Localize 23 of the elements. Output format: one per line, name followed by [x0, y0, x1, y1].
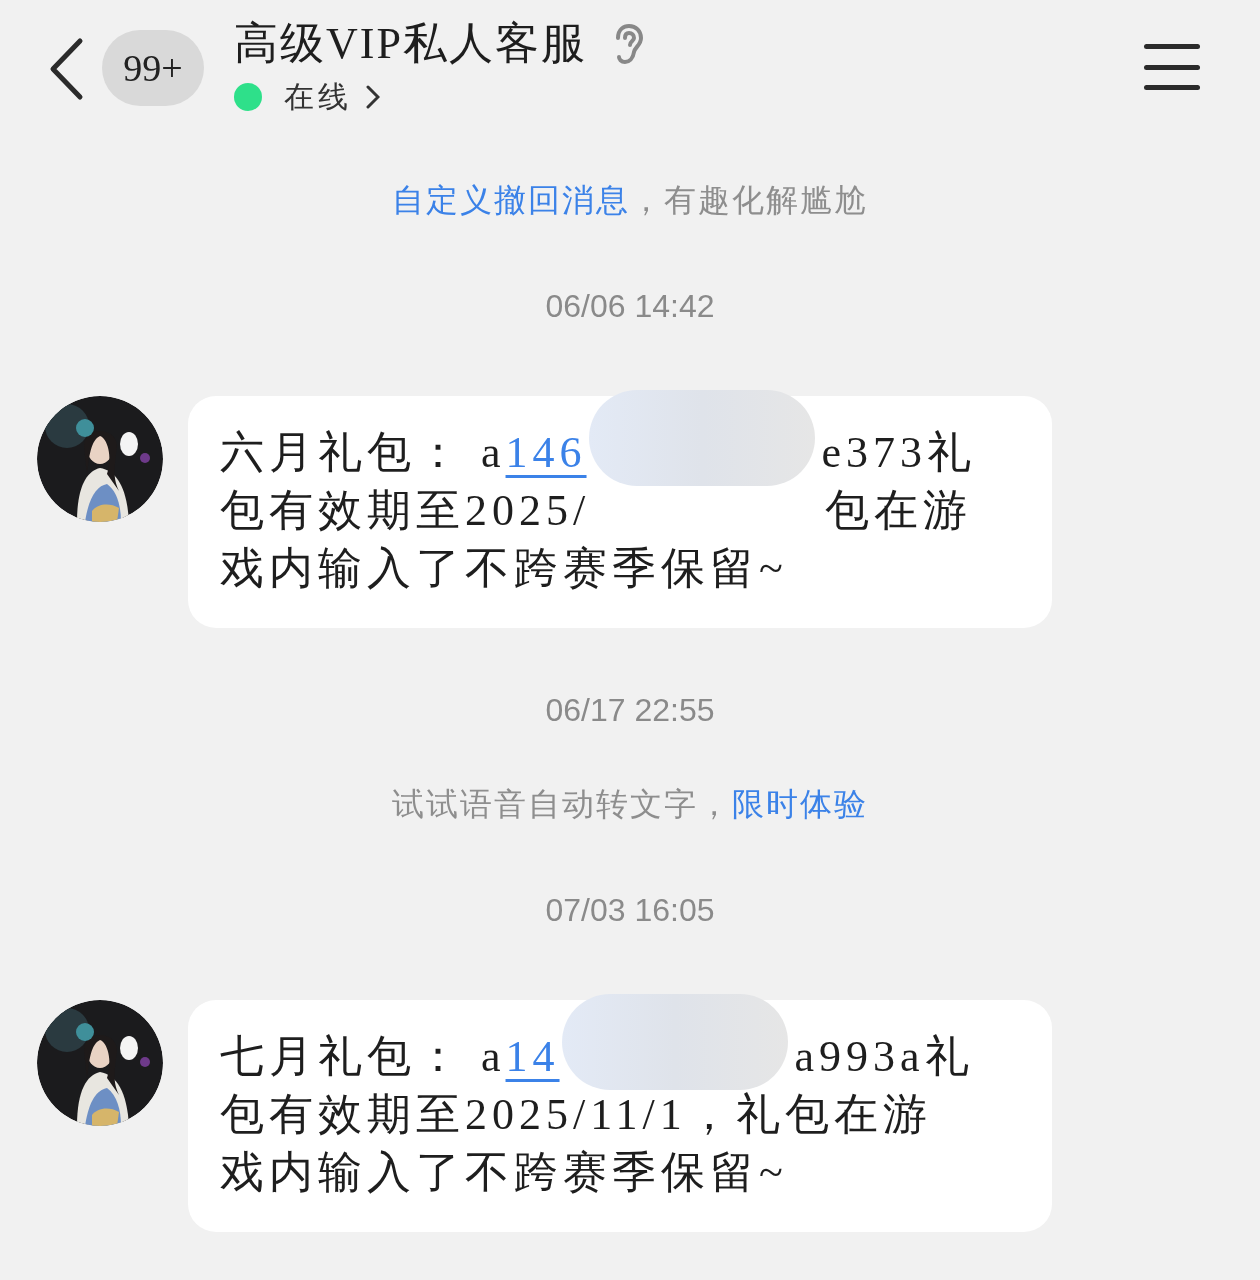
message-text: 包有效期至2025/	[220, 485, 591, 537]
system-notice: 试试语音自动转文字，限时体验	[392, 785, 868, 824]
code-link[interactable]: 146	[505, 424, 587, 482]
system-notice: 自定义撤回消息，有趣化解尴尬	[392, 181, 868, 220]
online-status-link[interactable]: 在线	[284, 74, 380, 119]
chat-title: 高级VIP私人客服	[234, 18, 587, 70]
message-text: 戏内输入了不跨赛季保留~	[220, 543, 788, 595]
chevron-right-icon	[366, 84, 380, 109]
message-text: 包有效期至2025/11/1，礼包在游	[220, 1089, 932, 1141]
code-link[interactable]: 14	[505, 1028, 560, 1086]
timestamp: 06/17 22:55	[545, 691, 715, 730]
message-text: 六月礼包： a	[220, 427, 506, 479]
timestamp: 06/06 14:42	[545, 287, 715, 326]
notice-link[interactable]: 自定义撤回消息	[392, 182, 630, 218]
message-text: e373礼	[821, 427, 977, 479]
message-text: a993a礼	[794, 1031, 974, 1083]
message-text: 包在游	[825, 485, 973, 537]
message-text: 七月礼包： a	[220, 1031, 506, 1083]
notice-link[interactable]: 限时体验	[732, 786, 868, 822]
menu-icon[interactable]	[1144, 44, 1200, 90]
message-text: 戏内输入了不跨赛季保留~	[220, 1147, 788, 1199]
unread-count-badge: 99+	[102, 30, 204, 106]
timestamp: 07/03 16:05	[545, 891, 715, 930]
